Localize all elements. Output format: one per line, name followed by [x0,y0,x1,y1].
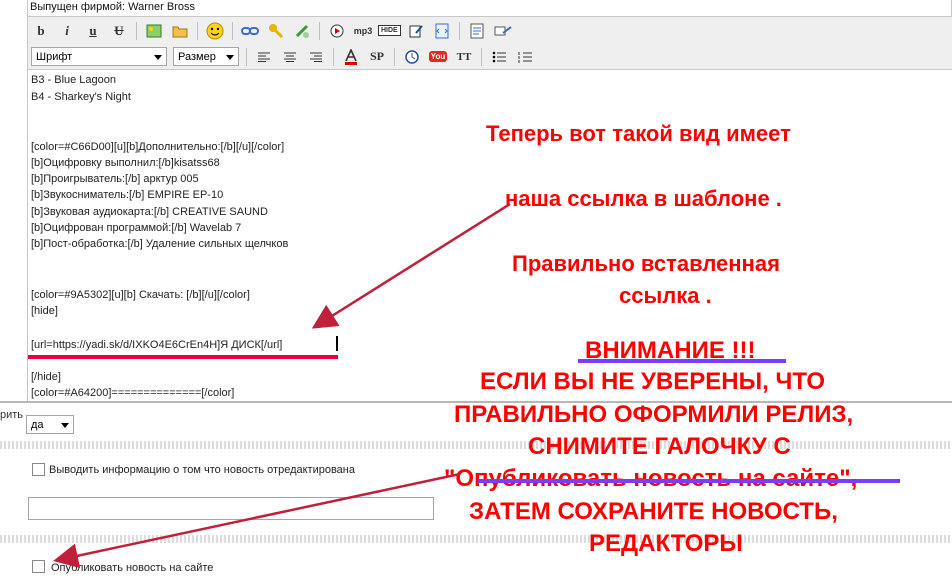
annotation-line-1: Теперь вот такой вид имеет [486,121,791,146]
align-center-icon[interactable] [279,47,301,67]
editor-line: [b]Оцифровку выполнил:[/b]kisatss68 [31,157,220,169]
editor-line: [b]Пост-обработка:[/b] Удаление сильных … [31,238,289,250]
annotation-warning-line-1: ЕСЛИ ВЫ НЕ УВЕРЕНЫ, ЧТО [480,368,826,395]
bold-button[interactable]: b [30,21,52,41]
chevron-down-icon [61,423,69,428]
typewriter-button[interactable]: TT [453,47,475,67]
code-icon[interactable] [431,21,453,41]
toolbar-separator [246,47,247,66]
text-cursor [336,336,338,351]
annotation-warning-line-3: СНИМИТЕ ГАЛОЧКУ С [528,433,791,460]
toolbar-separator [319,21,320,40]
key-icon[interactable] [265,21,287,41]
font-select[interactable]: Шрифт [31,47,167,66]
numbered-list-icon[interactable] [514,47,536,67]
publisher-text: Выпущен фирмой: Warner Bross [30,1,195,13]
editor-toolbar-bottom: Шрифт Размер SP You TT [27,44,952,70]
annotation-warning-line-2: ПРАВИЛЬНО ОФОРМИЛИ РЕЛИЗ, [454,401,854,428]
annotation-line-3: Правильно вставленная [512,251,780,276]
editor-line: B4 - Sharkey's Night [31,91,131,103]
play-icon[interactable] [326,21,348,41]
chevron-down-icon [154,55,162,60]
youtube-label: You [428,51,448,62]
toolbar-separator [394,47,395,66]
chevron-down-icon [226,55,234,60]
link-icon[interactable] [239,21,261,41]
editor-line: [b]Оцифрован программой:[/b] Wavelab 7 [31,222,242,234]
publish-checkbox[interactable] [32,560,45,573]
spoiler-button[interactable]: SP [366,47,388,67]
yes-no-select-value: да [31,418,44,431]
editor-line: [b]Звуковая аудиокарта:[/b] CREATIVE SAU… [31,206,268,218]
editor-line: [color=#9A5302][u][b] Скачать: [/b][/u][… [31,289,250,301]
editor-line: [b]Звукосниматель:[/b] EMPIRE EP-10 [31,189,224,201]
bullet-list-icon[interactable] [488,47,510,67]
page-icon[interactable] [466,21,488,41]
italic-button[interactable]: i [56,21,78,41]
folder-icon[interactable] [169,21,191,41]
text-color-icon[interactable] [340,47,362,67]
edited-info-checkbox[interactable] [32,463,45,476]
editor-line: [/hide] [31,371,61,383]
editor-line: [color=#C66D00][u][b]Дополнительно:[/b][… [31,141,285,153]
image-icon[interactable] [143,21,165,41]
editor-line: [color=#A64200]==============[/color] [31,387,235,399]
annotation-warning: ВНИМАНИЕ !!! [585,337,756,364]
editor-toolbar-top: b i u U mp3 HIDE [27,17,952,44]
editor-line: [b]Проигрыватель:[/b] арктур 005 [31,173,199,185]
size-select[interactable]: Размер [173,47,239,66]
mp3-button[interactable]: mp3 [352,21,374,41]
align-right-icon[interactable] [305,47,327,67]
chain-icon[interactable] [492,21,514,41]
section-divider [0,441,952,449]
section-divider [0,535,952,543]
annotation-warning-line-6: РЕДАКТОРЫ [589,530,743,557]
toolbar-separator [197,21,198,40]
underline-button[interactable]: u [82,21,104,41]
hide-label: HIDE [378,25,401,36]
toolbar-separator [458,21,460,40]
font-select-value: Шрифт [36,50,73,63]
field-label: рить [0,409,24,421]
align-left-icon[interactable] [253,47,275,67]
toolbar-separator [333,47,334,66]
edited-info-label: Выводить информацию о том что новость от… [49,464,355,476]
annotation-line-2: наша ссылка в шаблоне . [505,186,782,211]
publish-label: Опубликовать новость на сайте [51,562,214,574]
toolbar-separator [232,21,233,40]
youtube-icon[interactable]: You [427,47,449,67]
clock-icon[interactable] [401,47,423,67]
reason-input[interactable] [28,497,434,520]
annotation-warning-line-5: ЗАТЕМ СОХРАНИТЕ НОВОСТЬ, [469,498,838,525]
editor-line-url: [url=https://yadi.sk/d/IXKO4E6CrEn4H]Я Д… [31,339,283,351]
unlink-icon[interactable] [291,21,313,41]
annotation-line-4: ссылка . [619,283,712,308]
strike-button[interactable]: U [108,21,130,41]
edit-icon[interactable] [405,21,427,41]
annotation-warning-line-4: "Опубликовать новость на сайте", [444,465,858,492]
toolbar-separator [481,47,482,66]
size-select-value: Размер [178,50,216,63]
hide-button[interactable]: HIDE [378,21,401,41]
smiley-icon[interactable] [204,21,226,41]
publisher-field[interactable]: Выпущен фирмой: Warner Bross [27,0,952,17]
yes-no-select[interactable]: да [26,415,74,434]
editor-line: [hide] [31,305,58,317]
editor-textarea[interactable]: B3 - Blue Lagoon B4 - Sharkey's Night [c… [27,70,952,402]
editor-line: B3 - Blue Lagoon [31,74,117,86]
toolbar-separator [136,21,137,40]
